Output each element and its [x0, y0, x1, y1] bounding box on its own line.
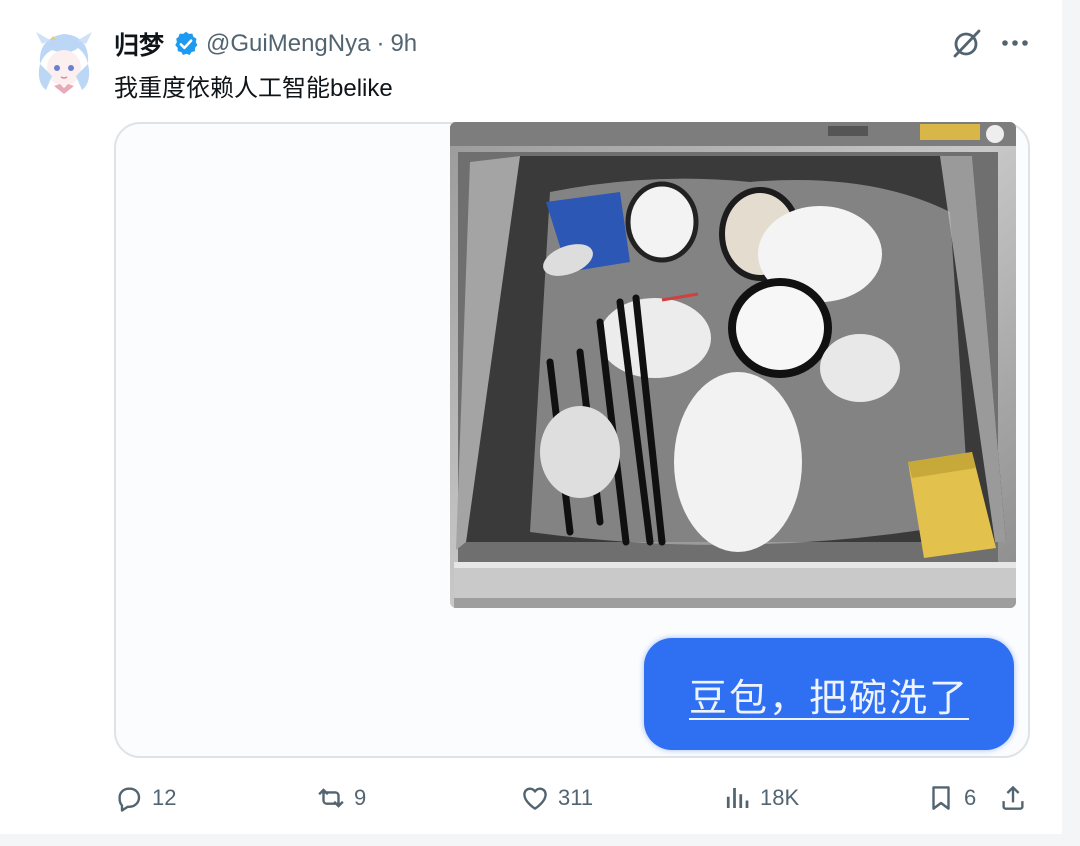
screenshot-frame-bottom — [0, 834, 1080, 846]
more-icon[interactable] — [998, 28, 1032, 58]
sink-photo — [450, 122, 1016, 608]
repost-button[interactable]: 9 — [316, 772, 366, 824]
heart-icon — [523, 787, 547, 810]
views-icon — [726, 788, 749, 808]
chat-bubble-text: 豆包，把碗洗了 — [688, 675, 969, 720]
bookmark-count: 6 — [964, 785, 977, 810]
screenshot-frame-right — [1062, 0, 1080, 846]
share-button[interactable] — [998, 772, 1028, 824]
grok-icon[interactable] — [950, 26, 984, 60]
like-count: 311 — [558, 785, 594, 810]
verified-badge-icon — [175, 31, 198, 55]
reply-button[interactable]: 12 — [114, 772, 176, 824]
action-bar: 12 9 311 18K 6 — [0, 772, 1062, 824]
avatar[interactable] — [28, 24, 100, 96]
bookmark-button[interactable]: 6 — [926, 772, 976, 824]
repost-count: 9 — [354, 785, 367, 810]
repost-icon — [318, 788, 344, 808]
chat-bubble: 豆包，把碗洗了 — [644, 638, 1014, 750]
share-icon — [1002, 785, 1024, 810]
like-button[interactable]: 311 — [520, 772, 593, 824]
post-header: 归梦 @GuiMengNya · 9h — [114, 28, 417, 60]
reply-count: 12 — [152, 785, 177, 810]
header-separator: · — [376, 30, 385, 57]
display-name[interactable]: 归梦 — [114, 26, 164, 62]
bookmark-icon — [932, 786, 950, 810]
post-text: 我重度依赖人工智能belike — [114, 75, 393, 102]
reply-icon — [118, 787, 141, 812]
user-handle[interactable]: @GuiMengNya — [206, 30, 370, 58]
views-button[interactable]: 18K — [722, 772, 799, 824]
views-count: 18K — [760, 785, 800, 810]
post-time[interactable]: 9h — [390, 30, 417, 58]
